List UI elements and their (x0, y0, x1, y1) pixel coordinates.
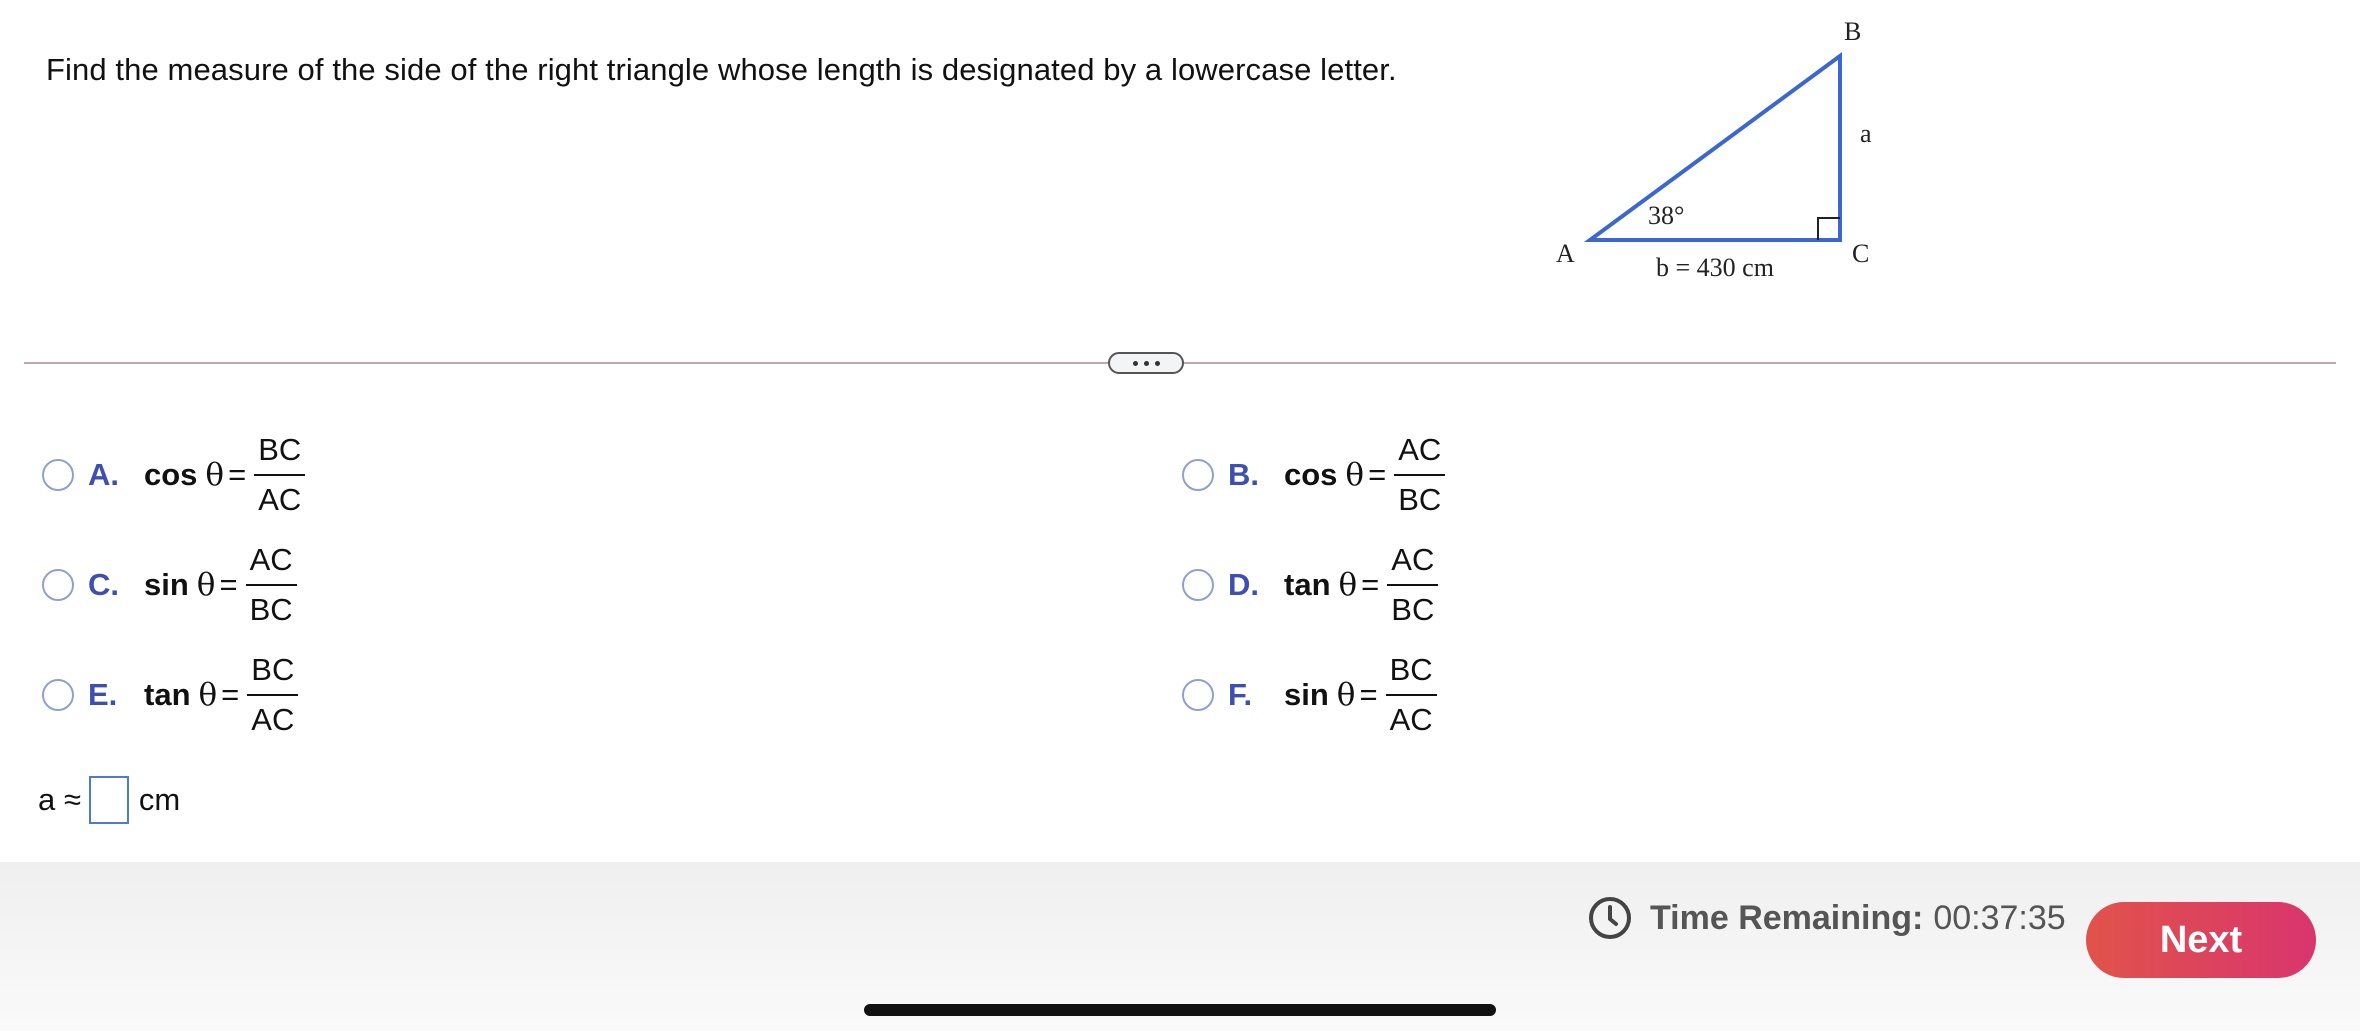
equals-sign: = (219, 567, 238, 602)
theta-symbol: θ (205, 457, 225, 493)
option-c[interactable]: C. sin θ = AC BC (42, 542, 297, 628)
trig-function: cos (144, 457, 198, 492)
clock-icon (1589, 897, 1631, 939)
denominator: BC (1398, 482, 1442, 517)
radio-button[interactable] (1182, 679, 1214, 711)
fraction: BC AC (1385, 652, 1437, 738)
equals-sign: = (1359, 677, 1378, 712)
vertex-a-label: A (1556, 239, 1575, 268)
answer-input[interactable] (88, 776, 129, 824)
option-letter: A. (88, 457, 119, 492)
radio-button[interactable] (42, 459, 74, 491)
numerator: BC (1389, 652, 1433, 687)
timer-label: Time Remaining: (1650, 898, 1924, 937)
denominator: AC (258, 482, 302, 517)
option-letter: D. (1228, 567, 1259, 602)
trig-function: tan (144, 677, 191, 712)
denominator: BC (1391, 592, 1435, 627)
home-indicator[interactable] (864, 1004, 1496, 1016)
equals-sign: = (1368, 457, 1387, 492)
numerator: BC (258, 432, 302, 467)
answer-unit: cm (138, 782, 181, 817)
vertex-c-label: C (1852, 239, 1869, 268)
dot (1143, 360, 1149, 366)
fraction: AC BC (1394, 432, 1446, 518)
equals-sign: = (1361, 567, 1380, 602)
option-b[interactable]: B. cos θ = AC BC (1182, 432, 1446, 518)
denominator: AC (251, 702, 295, 737)
side-b-label: b = 430 cm (1656, 253, 1774, 282)
theta-symbol: θ (1338, 567, 1358, 603)
trig-function: cos (1284, 457, 1338, 492)
answer-row: a ≈ cm (38, 776, 180, 824)
trig-function: sin (1284, 677, 1329, 712)
option-letter: C. (88, 567, 119, 602)
fraction: AC BC (245, 542, 297, 628)
theta-symbol: θ (1336, 677, 1356, 713)
timer-value: 00:37:35 (1933, 898, 2066, 937)
denominator: AC (1389, 702, 1433, 737)
theta-symbol: θ (196, 567, 216, 603)
question-text: Find the measure of the side of the righ… (46, 52, 1397, 87)
fraction: BC AC (254, 432, 306, 518)
ellipsis-icon[interactable] (1108, 352, 1184, 374)
fraction: BC AC (247, 652, 299, 738)
numerator: AC (1398, 432, 1442, 467)
dot (1154, 360, 1160, 366)
angle-label: 38° (1648, 201, 1684, 230)
dot (1132, 360, 1138, 366)
next-button[interactable]: Next (2086, 902, 2316, 978)
right-triangle-figure: B a 38° A C b = 430 cm (1556, 17, 1872, 282)
trig-function: sin (144, 567, 189, 602)
numerator: AC (249, 542, 293, 577)
radio-button[interactable] (1182, 569, 1214, 601)
radio-button[interactable] (42, 569, 74, 601)
option-f[interactable]: F. sin θ = BC AC (1182, 652, 1437, 738)
triangle-shape (1583, 52, 1842, 242)
answer-prefix: a ≈ (38, 782, 81, 817)
theta-symbol: θ (1345, 457, 1365, 493)
time-remaining: Time Remaining: 00:37:35 (1588, 896, 2066, 940)
numerator: BC (251, 652, 295, 687)
quiz-screen: Find the measure of the side of the righ… (0, 0, 2360, 1031)
theta-symbol: θ (198, 677, 218, 713)
option-e[interactable]: E. tan θ = BC AC (42, 652, 299, 738)
option-a[interactable]: A. cos θ = BC AC (42, 432, 306, 518)
radio-button[interactable] (1182, 459, 1214, 491)
option-letter: B. (1228, 457, 1259, 492)
numerator: AC (1391, 542, 1435, 577)
right-angle-marker (1817, 217, 1840, 240)
denominator: BC (249, 592, 293, 627)
equals-sign: = (221, 677, 240, 712)
equals-sign: = (228, 457, 247, 492)
option-letter: E. (88, 677, 118, 712)
vertex-b-label: B (1844, 17, 1861, 46)
radio-button[interactable] (42, 679, 74, 711)
side-a-label: a (1860, 119, 1872, 148)
option-d[interactable]: D. tan θ = AC BC (1182, 542, 1439, 628)
trig-function: tan (1284, 567, 1331, 602)
fraction: AC BC (1387, 542, 1439, 628)
option-letter: F. (1228, 677, 1253, 712)
